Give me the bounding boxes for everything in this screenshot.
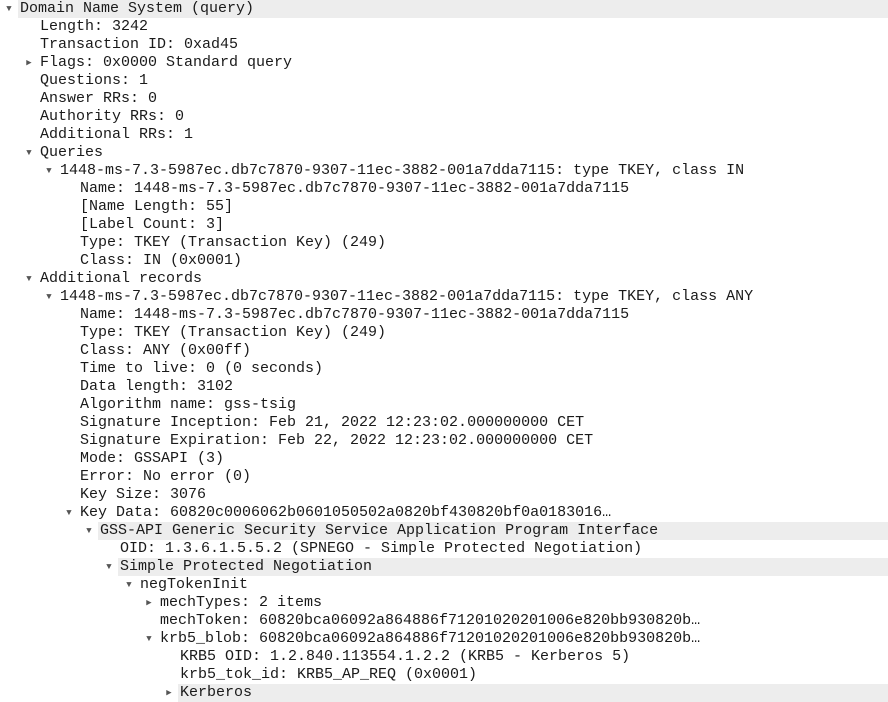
tree-row[interactable]: Algorithm name: gss-tsig: [0, 396, 888, 414]
tree-row[interactable]: Name: 1448-ms-7.3-5987ec.db7c7870-9307-1…: [0, 306, 888, 324]
tree-row[interactable]: [Label Count: 3]: [0, 216, 888, 234]
tree-row-label: OID: 1.3.6.1.5.5.2 (SPNEGO - Simple Prot…: [120, 540, 643, 557]
tree-row[interactable]: ▼ Key Data: 60820c0006062b0601050502a0820…: [0, 504, 888, 522]
tree-row[interactable]: ▼ 1448-ms-7.3-5987ec.db7c7870-9307-11ec-3…: [0, 162, 888, 180]
tree-row-label: [Name Length: 55]: [80, 198, 234, 215]
expand-arrow-icon[interactable]: ▼: [63, 504, 75, 522]
tree-row[interactable]: Name: 1448-ms-7.3-5987ec.db7c7870-9307-1…: [0, 180, 888, 198]
tree-row[interactable]: ▶ Flags: 0x0000 Standard query: [0, 54, 888, 72]
tree-row-label: Error: No error (0): [80, 468, 252, 485]
tree-row-label: Signature Inception: Feb 21, 2022 12:23:…: [80, 414, 585, 431]
tree-row[interactable]: ▼ negTokenInit: [0, 576, 888, 594]
tree-row-label: Additional RRs: 1: [40, 126, 194, 143]
tree-row-label: Class: ANY (0x00ff): [80, 342, 252, 359]
tree-row-label: negTokenInit: [140, 576, 249, 593]
tree-row-label: 1448-ms-7.3-5987ec.db7c7870-9307-11ec-38…: [60, 162, 745, 179]
expand-arrow-icon[interactable]: ▼: [23, 144, 35, 162]
expand-arrow-icon[interactable]: ▼: [103, 558, 115, 576]
tree-row-label: Type: TKEY (Transaction Key) (249): [80, 324, 387, 341]
tree-row[interactable]: Transaction ID: 0xad45: [0, 36, 888, 54]
tree-row-label: krb5_tok_id: KRB5_AP_REQ (0x0001): [180, 666, 478, 683]
tree-row-label: Authority RRs: 0: [40, 108, 185, 125]
tree-row[interactable]: Class: ANY (0x00ff): [0, 342, 888, 360]
packet-details-tree: ▼ Domain Name System (query) Length: 3242 T…: [0, 0, 888, 702]
tree-row-label: Mode: GSSAPI (3): [80, 450, 225, 467]
tree-row[interactable]: ▼ 1448-ms-7.3-5987ec.db7c7870-9307-11ec-3…: [0, 288, 888, 306]
tree-row-label: [Label Count: 3]: [80, 216, 225, 233]
tree-row-label: krb5_blob: 60820bca06092a864886f71201020…: [160, 630, 701, 647]
expand-arrow-icon[interactable]: ▼: [43, 288, 55, 306]
tree-row[interactable]: Signature Expiration: Feb 22, 2022 12:23…: [0, 432, 888, 450]
tree-row[interactable]: Error: No error (0): [0, 468, 888, 486]
tree-row[interactable]: [Name Length: 55]: [0, 198, 888, 216]
tree-row[interactable]: Questions: 1: [0, 72, 888, 90]
tree-row-label: Domain Name System (query): [20, 0, 255, 17]
tree-row[interactable]: ▼ Additional records: [0, 270, 888, 288]
expand-arrow-icon[interactable]: ▼: [43, 162, 55, 180]
tree-row[interactable]: Mode: GSSAPI (3): [0, 450, 888, 468]
tree-row[interactable]: Signature Inception: Feb 21, 2022 12:23:…: [0, 414, 888, 432]
tree-row[interactable]: mechToken: 60820bca06092a864886f71201020…: [0, 612, 888, 630]
tree-row-label: Key Data: 60820c0006062b0601050502a0820b…: [80, 504, 612, 521]
tree-row-label: Simple Protected Negotiation: [120, 558, 373, 575]
tree-row-label: Flags: 0x0000 Standard query: [40, 54, 293, 71]
tree-row-label: Transaction ID: 0xad45: [40, 36, 239, 53]
tree-row-label: KRB5 OID: 1.2.840.113554.1.2.2 (KRB5 - K…: [180, 648, 631, 665]
collapse-arrow-icon[interactable]: ▶: [23, 54, 35, 72]
tree-row[interactable]: Type: TKEY (Transaction Key) (249): [0, 234, 888, 252]
tree-row[interactable]: Additional RRs: 1: [0, 126, 888, 144]
tree-row[interactable]: Answer RRs: 0: [0, 90, 888, 108]
collapse-arrow-icon[interactable]: ▶: [163, 684, 175, 702]
tree-row-label: mechToken: 60820bca06092a864886f71201020…: [160, 612, 701, 629]
tree-row-label: Name: 1448-ms-7.3-5987ec.db7c7870-9307-1…: [80, 180, 630, 197]
tree-row[interactable]: krb5_tok_id: KRB5_AP_REQ (0x0001): [0, 666, 888, 684]
tree-row-label: Queries: [40, 144, 104, 161]
tree-row-label: GSS-API Generic Security Service Applica…: [100, 522, 659, 539]
tree-row[interactable]: Length: 3242: [0, 18, 888, 36]
tree-row[interactable]: ▼ Queries: [0, 144, 888, 162]
tree-row[interactable]: OID: 1.3.6.1.5.5.2 (SPNEGO - Simple Prot…: [0, 540, 888, 558]
tree-row[interactable]: ▶ mechTypes: 2 items: [0, 594, 888, 612]
tree-row-label: Name: 1448-ms-7.3-5987ec.db7c7870-9307-1…: [80, 306, 630, 323]
tree-row[interactable]: Data length: 3102: [0, 378, 888, 396]
expand-arrow-icon[interactable]: ▼: [3, 0, 15, 18]
tree-row[interactable]: ▼ GSS-API Generic Security Service Applic…: [0, 522, 888, 540]
tree-row[interactable]: Class: IN (0x0001): [0, 252, 888, 270]
expand-arrow-icon[interactable]: ▼: [123, 576, 135, 594]
tree-row-label: Key Size: 3076: [80, 486, 207, 503]
tree-row[interactable]: KRB5 OID: 1.2.840.113554.1.2.2 (KRB5 - K…: [0, 648, 888, 666]
tree-row[interactable]: ▼ Simple Protected Negotiation: [0, 558, 888, 576]
tree-row-label: Class: IN (0x0001): [80, 252, 243, 269]
tree-row-label: Type: TKEY (Transaction Key) (249): [80, 234, 387, 251]
tree-row[interactable]: Key Size: 3076: [0, 486, 888, 504]
tree-row-label: Algorithm name: gss-tsig: [80, 396, 297, 413]
tree-row[interactable]: Time to live: 0 (0 seconds): [0, 360, 888, 378]
tree-row-label: Data length: 3102: [80, 378, 234, 395]
expand-arrow-icon[interactable]: ▼: [23, 270, 35, 288]
expand-arrow-icon[interactable]: ▼: [143, 630, 155, 648]
tree-row[interactable]: ▶ Kerberos: [0, 684, 888, 702]
tree-row[interactable]: Authority RRs: 0: [0, 108, 888, 126]
tree-row[interactable]: ▼ krb5_blob: 60820bca06092a864886f7120102…: [0, 630, 888, 648]
tree-row-label: Time to live: 0 (0 seconds): [80, 360, 324, 377]
tree-row-label: Answer RRs: 0: [40, 90, 158, 107]
tree-row-label: 1448-ms-7.3-5987ec.db7c7870-9307-11ec-38…: [60, 288, 754, 305]
tree-row-label: Additional records: [40, 270, 203, 287]
tree-row-label: Signature Expiration: Feb 22, 2022 12:23…: [80, 432, 594, 449]
tree-row-label: Length: 3242: [40, 18, 149, 35]
tree-row-label: Kerberos: [180, 684, 253, 701]
tree-row[interactable]: Type: TKEY (Transaction Key) (249): [0, 324, 888, 342]
expand-arrow-icon[interactable]: ▼: [83, 522, 95, 540]
tree-row-label: Questions: 1: [40, 72, 149, 89]
tree-row[interactable]: ▼ Domain Name System (query): [0, 0, 888, 18]
row-highlight: [178, 684, 888, 702]
tree-row-label: mechTypes: 2 items: [160, 594, 323, 611]
collapse-arrow-icon[interactable]: ▶: [143, 594, 155, 612]
